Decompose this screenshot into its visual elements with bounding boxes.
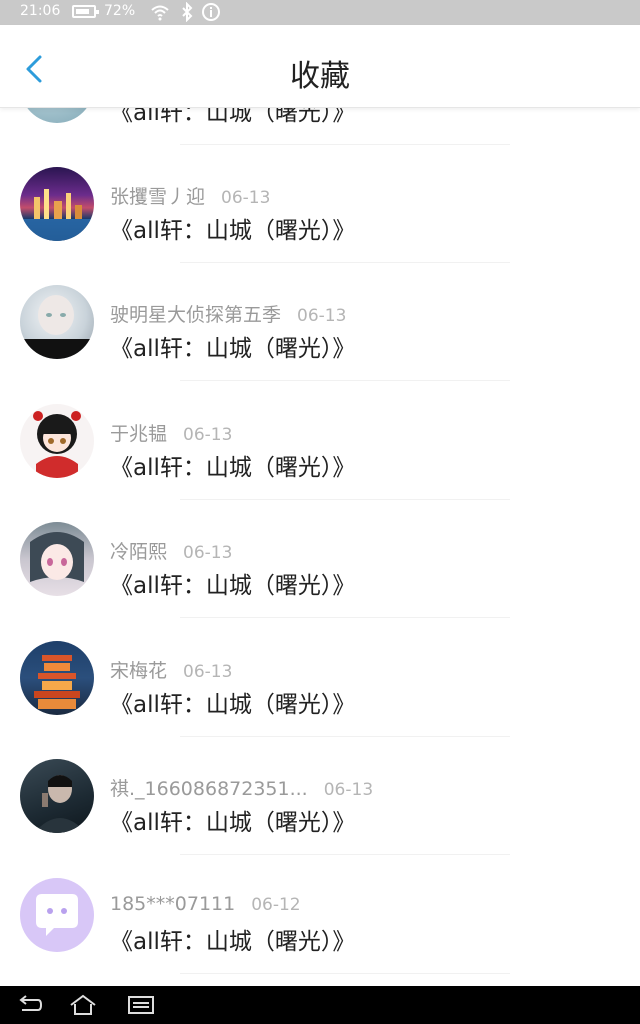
divider <box>180 854 510 855</box>
user-line: 宋梅花 06-13 <box>110 656 232 683</box>
avatar <box>20 167 94 241</box>
post-title: 《all轩：山城（曙光）》 <box>110 929 356 955</box>
list-item[interactable]: 驶明星大侦探第五季 06-13 《all轩：山城（曙光）》 <box>0 263 640 381</box>
post-title: 《all轩：山城（曙光）》 <box>110 810 356 836</box>
avatar <box>20 522 94 596</box>
list-item[interactable]: 于兆韫 06-13 《all轩：山城（曙光）》 <box>0 382 640 500</box>
username: 于兆韫 <box>110 423 168 445</box>
list-item[interactable]: 宋梅花 06-13 《all轩：山城（曙光）》 <box>0 619 640 737</box>
post-date: 06-13 <box>323 780 374 800</box>
avatar <box>20 285 94 359</box>
post-title: 《all轩：山城（曙光）》 <box>110 692 356 718</box>
list-item[interactable]: 祺._166086872351... 06-13 《all轩：山城（曙光）》 <box>0 737 640 855</box>
post-date: 06-13 <box>183 543 233 563</box>
divider <box>180 973 510 974</box>
divider <box>180 617 510 618</box>
home-nav-icon[interactable] <box>68 992 98 1018</box>
list-item[interactable]: 冷陌熙 06-13 《all轩：山城（曙光）》 <box>0 500 640 618</box>
post-date: 06-13 <box>297 306 347 326</box>
back-nav-icon[interactable] <box>14 992 44 1018</box>
list-item[interactable]: 185***07111 06-12 《all轩：山城（曙光）》 <box>0 856 640 974</box>
user-line: 祺._166086872351... 06-13 <box>110 774 373 801</box>
username: 宋梅花 <box>110 660 168 682</box>
user-line: 于兆韫 06-13 <box>110 419 232 446</box>
system-nav-bar <box>0 986 640 1024</box>
post-date: 06-13 <box>183 662 233 682</box>
divider <box>180 380 510 381</box>
username: 驶明星大侦探第五季 <box>110 304 282 326</box>
app-header: 收藏 <box>0 25 640 108</box>
post-date: 06-12 <box>251 895 301 915</box>
avatar <box>20 878 94 952</box>
page-title: 收藏 <box>290 59 350 94</box>
avatar <box>20 641 94 715</box>
username: 祺._166086872351... <box>110 778 308 800</box>
username: 张攫雪丿迎 <box>110 186 206 208</box>
recents-nav-icon[interactable] <box>126 992 156 1018</box>
post-title: 《all轩：山城（曙光）》 <box>110 573 356 599</box>
post-date: 06-13 <box>183 425 233 445</box>
avatar <box>20 404 94 478</box>
post-title: 《all轩：山城（曙光）》 <box>110 455 356 481</box>
user-line: 冷陌熙 06-13 <box>110 537 232 564</box>
user-line: 驶明星大侦探第五季 06-13 <box>110 300 346 327</box>
username: 185***07111 <box>110 893 236 915</box>
list-item[interactable]: 张攫雪丿迎 06-13 《all轩：山城（曙光）》 <box>0 145 640 263</box>
username: 冷陌熙 <box>110 541 168 563</box>
post-title: 《all轩：山城（曙光）》 <box>110 336 356 362</box>
post-title: 《all轩：山城（曙光）》 <box>110 218 356 244</box>
avatar <box>20 759 94 833</box>
post-date: 06-13 <box>221 188 271 208</box>
user-line: 185***07111 06-12 <box>110 893 301 915</box>
user-line: 张攫雪丿迎 06-13 <box>110 182 270 209</box>
favorites-list: 《all轩：山城（曙光）》 张攫雪丿迎 06-13 《all轩：山城（曙光）》 <box>0 0 640 986</box>
